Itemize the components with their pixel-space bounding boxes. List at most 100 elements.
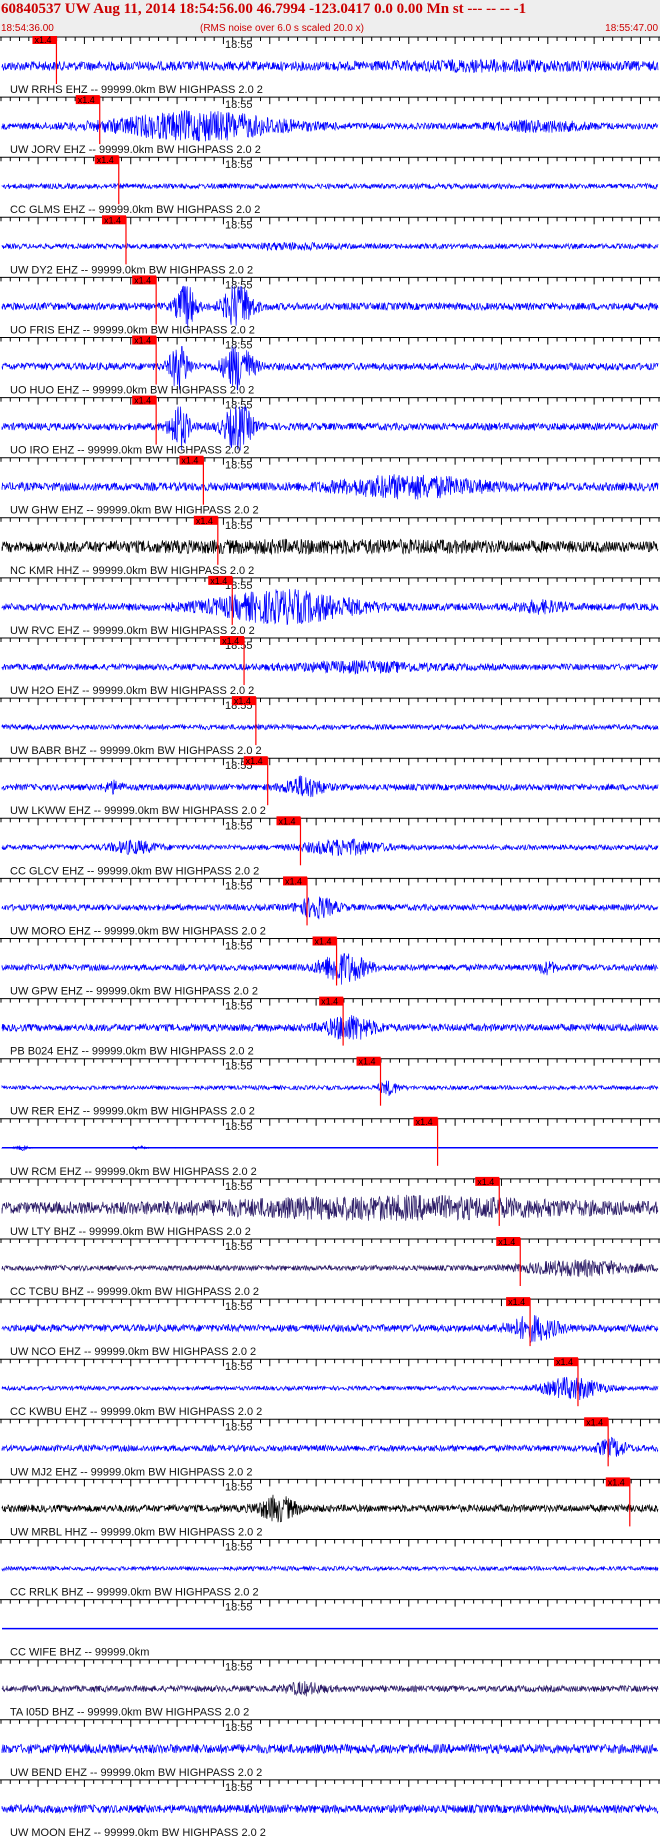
waveform	[1, 1494, 659, 1523]
waveform	[1, 241, 659, 252]
pick-label: x1.4	[608, 1477, 625, 1487]
minute-label: 18:55	[225, 1722, 253, 1734]
trace-row: 18:55NC KMR HHZ -- 99999.0km BW HIGHPASS…	[0, 515, 660, 577]
pick-label: x1.4	[498, 1237, 515, 1247]
trace-row: 18:55 CC GLCV EHZ -- 99999.0km BW HIGHPAS…	[0, 816, 660, 877]
trace-row: 18:55 CC RRLK BHZ -- 99999.0km BW HIGHPAS…	[0, 1539, 660, 1599]
minute-label: 18:55	[225, 39, 253, 51]
trace-row: 18:55 UW RCM EHZ -- 99999.0km BW HIGHPASS…	[0, 1116, 660, 1178]
station-label: UW RRHS EHZ -- 99999.0km BW HIGHPASS 2.0…	[10, 84, 263, 96]
station-label: CC RRLK BHZ -- 99999.0km BW HIGHPASS 2.0…	[10, 1587, 259, 1599]
minute-label: 18:55	[225, 1361, 253, 1373]
minute-label: 18:55	[225, 1782, 253, 1794]
trace-row: 18:55 UW LTY BHZ -- 99999.0km BW HIGHPASS…	[0, 1176, 660, 1238]
station-label: UW MOON EHZ -- 99999.0km BW HIGHPASS 2.0…	[10, 1827, 266, 1838]
pick-label: x1.4	[104, 215, 121, 225]
minute-label: 18:55	[225, 1662, 253, 1674]
minute-label: 18:55	[225, 340, 253, 352]
waveform	[1, 1315, 659, 1343]
waveform	[1, 723, 659, 731]
station-label: UW NCO EHZ -- 99999.0km BW HIGHPASS 2.0 …	[10, 1346, 256, 1358]
station-label: UW H2O EHZ -- 99999.0km BW HIGHPASS 2.0 …	[10, 685, 254, 697]
pick-label: x1.4	[34, 36, 51, 45]
waveform	[1, 1742, 659, 1755]
minute-label: 18:55	[225, 820, 253, 832]
waveform	[1, 660, 659, 675]
waveform	[1, 1194, 659, 1221]
waveform	[1, 538, 659, 556]
trace-row: 18:55 UO FRIS EHZ -- 99999.0km BW HIGHPAS…	[0, 275, 660, 336]
minute-label: 18:55	[225, 1181, 253, 1193]
trace-row: 18:55UW BABR BHZ -- 99999.0km BW HIGHPAS…	[0, 696, 660, 757]
waveform	[1, 182, 659, 191]
station-label: TA I05D BHZ -- 99999.0km BW HIGHPASS 2.0…	[10, 1707, 249, 1719]
trace-row: 18:55 UW DY2 EHZ -- 99999.0km BW HIGHPASS…	[0, 215, 660, 276]
station-label: UW DY2 EHZ -- 99999.0km BW HIGHPASS 2.0 …	[10, 264, 253, 276]
station-label: UW MRBL HHZ -- 99999.0km BW HIGHPASS 2.0…	[10, 1526, 262, 1538]
waveform	[1, 285, 659, 329]
minute-label: 18:55	[225, 1001, 253, 1013]
minute-label: 18:55	[225, 1241, 253, 1253]
pick-label: x1.4	[196, 516, 213, 526]
waveform	[1, 838, 659, 857]
pick-label: x1.4	[321, 997, 338, 1007]
minute-label: 18:55	[225, 460, 253, 472]
station-label: CC KWBU EHZ -- 99999.0km BW HIGHPASS 2.0…	[10, 1406, 262, 1418]
seismogram-panel: 18:55 UW RRHS EHZ -- 99999.0km BW HIGHPAS…	[0, 36, 660, 1838]
minute-label: 18:55	[225, 159, 253, 171]
station-label: UW GPW EHZ -- 99999.0km BW HIGHPASS 2.0 …	[10, 986, 258, 998]
station-label: UW LKWW EHZ -- 99999.0km BW HIGHPASS 2.0…	[10, 805, 266, 817]
trace-row: 18:55 UW MJ2 EHZ -- 99999.0km BW HIGHPASS…	[0, 1417, 660, 1478]
station-label: CC GLMS EHZ -- 99999.0km BW HIGHPASS 2.0…	[10, 204, 260, 216]
pick-label: x1.4	[78, 95, 95, 105]
waveform	[1, 1803, 659, 1815]
trace-row: 18:55 PB B024 EHZ -- 99999.0km BW HIGHPAS…	[0, 996, 660, 1058]
pick-label: x1.4	[222, 636, 239, 646]
station-label: UW LTY BHZ -- 99999.0km BW HIGHPASS 2.0 …	[10, 1226, 251, 1238]
trace-row: 18:55 UW JORV EHZ -- 99999.0km BW HIGHPAS…	[0, 95, 660, 156]
trace-row: 18:55 UW RER EHZ -- 99999.0km BW HIGHPASS…	[0, 1056, 660, 1118]
minute-label: 18:55	[225, 941, 253, 953]
minute-label: 18:55	[225, 1542, 253, 1554]
end-time: 18:55:47.00	[605, 23, 658, 34]
trace-row: 18:55 UW BEND EHZ -- 99999.0km BW HIGHPAS…	[0, 1719, 660, 1779]
minute-label: 18:55	[225, 279, 253, 291]
station-label: UO FRIS EHZ -- 99999.0km BW HIGHPASS 2.0…	[10, 324, 255, 336]
waveform	[1, 953, 659, 985]
pick-label: x1.4	[359, 1057, 376, 1067]
station-label: UW GHW EHZ -- 99999.0km BW HIGHPASS 2.0 …	[10, 505, 259, 517]
pick-label: x1.4	[234, 696, 251, 706]
waveform	[1, 1376, 659, 1401]
waveform	[1, 1565, 659, 1572]
trace-row: 18:55UW LKWW EHZ -- 99999.0km BW HIGHPAS…	[0, 756, 660, 817]
waveform	[1, 896, 659, 920]
pick-label: x1.4	[181, 456, 198, 466]
waveform	[1, 1436, 659, 1458]
pick-label: x1.4	[97, 155, 114, 165]
trace-row: 18:55 UW GHW EHZ -- 99999.0km BW HIGHPASS…	[0, 455, 660, 517]
station-label: UW RER EHZ -- 99999.0km BW HIGHPASS 2.0 …	[10, 1106, 255, 1118]
pick-label: x1.4	[477, 1177, 494, 1187]
trace-row: 18:55 UW RRHS EHZ -- 99999.0km BW HIGHPAS…	[0, 36, 660, 96]
waveform	[1, 589, 659, 626]
header-bar: 60840537 UW Aug 11, 2014 18:54:56.00 46.…	[0, 0, 660, 36]
minute-label: 18:55	[225, 99, 253, 111]
pick-label: x1.4	[134, 336, 151, 346]
station-label: UW RCM EHZ -- 99999.0km BW HIGHPASS 2.0 …	[10, 1166, 257, 1178]
minute-label: 18:55	[225, 1602, 253, 1614]
trace-row: 18:55UW RVC EHZ -- 99999.0km BW HIGHPASS…	[0, 575, 660, 637]
pick-label: x1.4	[278, 816, 295, 826]
pick-label: x1.4	[315, 937, 332, 947]
waveform	[1, 1080, 659, 1096]
station-label: UW MJ2 EHZ -- 99999.0km BW HIGHPASS 2.0 …	[10, 1466, 252, 1478]
station-label: UO IRO EHZ -- 99999.0km BW HIGHPASS 2.0 …	[10, 445, 249, 457]
start-time: 18:54:36.00	[1, 23, 54, 34]
minute-label: 18:55	[225, 400, 253, 412]
minute-label: 18:55	[225, 1301, 253, 1313]
station-label: CC TCBU BHZ -- 99999.0km BW HIGHPASS 2.0…	[10, 1286, 259, 1298]
minute-label: 18:55	[225, 1481, 253, 1493]
trace-row: 18:55 UW MOON EHZ -- 99999.0km BW HIGHPAS…	[0, 1779, 660, 1838]
scale-note: (RMS noise over 6.0 s scaled 20.0 x)	[200, 23, 364, 34]
station-label: UW JORV EHZ -- 99999.0km BW HIGHPASS 2.0…	[10, 144, 261, 156]
pick-label: x1.4	[285, 876, 302, 886]
